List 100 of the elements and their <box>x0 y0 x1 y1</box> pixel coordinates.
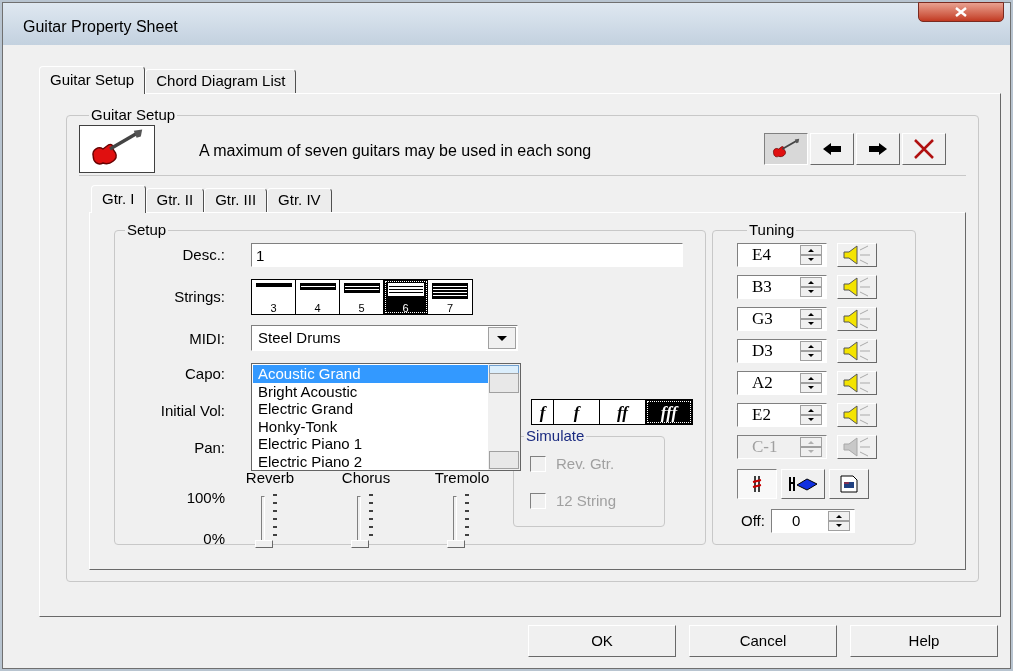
slider-label: Chorus <box>341 468 391 488</box>
left-arrow-button[interactable] <box>810 132 854 165</box>
spin-buttons[interactable] <box>827 511 850 531</box>
tab[interactable]: Gtr. III <box>204 188 268 212</box>
list-item[interactable]: Honky-Tonk <box>253 417 488 435</box>
note-spinner[interactable]: E2 <box>737 403 827 427</box>
delete-button[interactable] <box>902 132 946 165</box>
play-button[interactable] <box>837 403 877 427</box>
midi-dropdown[interactable]: Steel Drums <box>251 325 518 351</box>
group-title: Simulate <box>525 427 586 445</box>
note-value: B3 <box>752 276 772 299</box>
guitar-button[interactable] <box>764 132 808 165</box>
dialog-button[interactable]: Help <box>850 625 998 657</box>
window-title: Guitar Property Sheet <box>23 17 178 37</box>
delete-icon <box>913 138 935 159</box>
speaker-icon <box>842 308 872 330</box>
speaker-icon <box>842 244 872 266</box>
note-spinner[interactable]: G3 <box>737 307 827 331</box>
left-arrow-icon <box>822 141 842 156</box>
spin-buttons[interactable] <box>800 245 822 265</box>
dynamics-option[interactable]: f <box>532 400 554 424</box>
play-button[interactable] <box>837 307 877 331</box>
field-label: Pan: <box>193 438 225 458</box>
right-arrow-button[interactable] <box>856 132 900 165</box>
scale-label: 100% <box>186 488 225 508</box>
note-value: A2 <box>752 372 773 395</box>
tab[interactable]: Gtr. IV <box>267 188 332 212</box>
speaker-icon <box>842 276 872 298</box>
sharp-icon <box>752 475 762 493</box>
tab[interactable]: Guitar Setup <box>39 66 146 94</box>
offset-spinner[interactable]: 0 <box>770 509 855 533</box>
list-item[interactable]: Electric Piano 1 <box>253 435 488 453</box>
spin-buttons[interactable] <box>800 309 822 329</box>
book-button[interactable] <box>781 469 825 499</box>
note-value: C-1 <box>752 436 778 459</box>
checkbox-label: 12 String <box>556 490 617 511</box>
string-count-option[interactable]: 6 <box>384 280 428 314</box>
speaker-icon <box>842 436 872 458</box>
list-item[interactable]: Electric Piano 2 <box>253 452 488 470</box>
note-spinner[interactable]: A2 <box>737 371 827 395</box>
spin-buttons[interactable] <box>800 373 822 393</box>
document-button[interactable] <box>829 469 869 499</box>
slider-label: Tremolo <box>434 468 490 488</box>
string-count-option[interactable]: 5 <box>340 280 384 314</box>
play-button[interactable] <box>837 435 877 459</box>
field-label: Off: <box>741 510 765 531</box>
list-item[interactable]: Bright Acoustic <box>253 382 488 400</box>
dynamics-option[interactable]: ff <box>600 400 646 424</box>
speaker-icon <box>842 404 872 426</box>
note-spinner[interactable]: D3 <box>737 339 827 363</box>
play-button[interactable] <box>837 339 877 363</box>
dialog-button[interactable]: OK <box>528 625 676 657</box>
speaker-icon <box>842 372 872 394</box>
play-button[interactable] <box>837 275 877 299</box>
guitar-icon <box>771 137 801 160</box>
note-spinner[interactable]: B3 <box>737 275 827 299</box>
note-value: G3 <box>752 308 773 331</box>
field-label: Capo: <box>183 364 225 384</box>
field-label: MIDI: <box>188 328 225 349</box>
scale-label: 0% <box>203 528 225 549</box>
play-button[interactable] <box>837 371 877 395</box>
close-button[interactable] <box>918 2 1004 22</box>
note-spinner[interactable]: E4 <box>737 243 827 267</box>
speaker-icon <box>842 340 872 362</box>
offset-value: 0 <box>791 510 801 531</box>
group-title: Tuning <box>748 221 796 239</box>
group-title: Setup <box>126 221 168 239</box>
spin-buttons[interactable] <box>800 341 822 361</box>
desc-field[interactable]: 1 <box>251 243 683 267</box>
checkbox-label: Rev. Gtr. <box>556 454 615 474</box>
string-count-option[interactable]: 7 <box>428 280 472 314</box>
dynamics-option[interactable]: fff <box>646 400 692 424</box>
note-value: E4 <box>752 244 771 267</box>
field-label: Initial Vol: <box>159 401 225 421</box>
slider-thumb[interactable] <box>351 539 369 548</box>
note-value: D3 <box>752 340 773 363</box>
close-icon <box>954 7 968 17</box>
slider-label: Reverb <box>245 468 295 488</box>
tab[interactable]: Gtr. II <box>145 188 205 212</box>
document-icon <box>840 475 858 493</box>
scrollbar[interactable] <box>488 364 520 470</box>
string-count-option[interactable]: 3 <box>252 280 296 314</box>
dialog-button[interactable]: Cancel <box>689 625 837 657</box>
dynamics-option[interactable]: f <box>554 400 600 424</box>
sharp-toggle[interactable] <box>737 469 777 499</box>
tab[interactable]: Gtr. I <box>91 185 146 213</box>
field-label: Strings: <box>173 286 225 307</box>
instrument-list[interactable]: Acoustic Grand Bright Acoustic Electric Grand Honky-Tonk Electric Piano 1 Electric Piano 2 <box>251 363 521 471</box>
string-count-option[interactable]: 4 <box>296 280 340 314</box>
slider-thumb[interactable] <box>447 539 465 548</box>
spin-buttons[interactable] <box>800 405 822 425</box>
spin-buttons[interactable] <box>800 277 822 297</box>
info-text: A maximum of seven guitars may be used in each song <box>199 140 592 161</box>
tab[interactable]: Chord Diagram List <box>145 69 297 93</box>
group-title: Guitar Setup <box>90 106 177 124</box>
right-arrow-icon <box>868 141 888 156</box>
play-button[interactable] <box>837 243 877 267</box>
slider-thumb[interactable] <box>255 539 273 548</box>
note-value: E2 <box>752 404 771 427</box>
list-item[interactable]: Electric Grand <box>253 400 488 418</box>
